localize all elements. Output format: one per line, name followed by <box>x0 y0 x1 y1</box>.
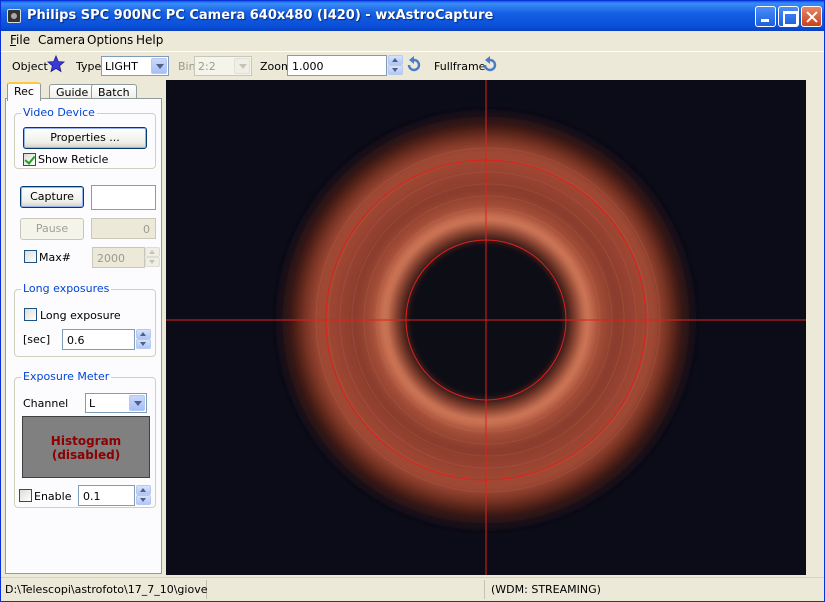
sec-label: [sec] <box>23 333 51 346</box>
exposure-seconds-input[interactable]: 0.6 <box>62 329 135 350</box>
minimize-button[interactable] <box>755 6 776 27</box>
long-exposure-checkbox[interactable] <box>24 308 37 321</box>
tab-rec[interactable]: Rec <box>7 82 41 101</box>
object-label: Object <box>12 60 48 73</box>
spin-up-icon[interactable] <box>145 247 160 257</box>
camera-preview[interactable] <box>166 80 806 575</box>
capture-input[interactable] <box>91 185 156 210</box>
spin-up-icon[interactable] <box>136 485 151 495</box>
bin-label: Bin <box>178 60 196 73</box>
title-bar[interactable]: Philips SPC 900NC PC Camera 640x480 (I42… <box>1 1 824 31</box>
max-frames-input[interactable]: 2000 <box>92 247 145 268</box>
left-panel: Rec Guide Batch Video Device Properties … <box>1 80 165 575</box>
chevron-down-icon[interactable] <box>151 58 167 74</box>
rec-panel: Video Device Properties ... Show Reticle… <box>5 98 162 574</box>
zoom-input[interactable]: 1.000 <box>287 55 387 76</box>
app-window: Philips SPC 900NC PC Camera 640x480 (I42… <box>0 0 825 602</box>
chevron-down-icon[interactable] <box>234 58 250 74</box>
pause-button[interactable]: Pause <box>20 218 84 240</box>
camera-app-icon[interactable] <box>7 9 21 23</box>
channel-label: Channel <box>23 397 69 410</box>
enable-meter-checkbox[interactable] <box>19 489 32 502</box>
max-frames-label: Max# <box>39 251 71 264</box>
chevron-down-icon[interactable] <box>129 395 145 411</box>
spin-down-icon[interactable] <box>388 65 403 75</box>
zoom-spinner[interactable] <box>388 55 403 76</box>
enable-meter-spinner[interactable] <box>136 485 151 506</box>
spin-up-icon[interactable] <box>388 55 403 65</box>
fullframe-reset-icon[interactable] <box>481 56 499 74</box>
long-exposures-title: Long exposures <box>21 282 112 295</box>
histogram-text-line1: Histogram <box>50 434 122 448</box>
close-button[interactable] <box>801 6 822 27</box>
spin-up-icon[interactable] <box>136 329 151 339</box>
spin-down-icon[interactable] <box>136 495 151 505</box>
exposure-seconds-spinner[interactable] <box>136 329 151 350</box>
histogram-text-line2: (disabled) <box>51 448 121 462</box>
type-value: LIGHT <box>105 60 138 73</box>
pause-counter: 0 <box>91 218 156 239</box>
right-margin <box>806 80 824 575</box>
type-select[interactable]: LIGHT <box>101 56 169 76</box>
toolbar: Object Type LIGHT Bin 2:2 Zoom 1.000 Ful… <box>1 51 824 79</box>
show-reticle-label: Show Reticle <box>38 153 109 166</box>
status-mode: (WDM: STREAMING) <box>491 583 601 596</box>
object-star-icon[interactable] <box>47 55 65 73</box>
type-label: Type <box>76 60 102 73</box>
properties-button[interactable]: Properties ... <box>23 127 147 149</box>
show-reticle-checkbox[interactable] <box>23 153 36 166</box>
histogram-display: Histogram (disabled) <box>22 416 150 478</box>
max-frames-spinner[interactable] <box>145 247 160 268</box>
status-middle <box>209 580 485 599</box>
status-path: D:\Telescopi\astrofoto\17_7_10\giove <box>1 580 207 599</box>
max-frames-checkbox[interactable] <box>24 250 37 263</box>
spin-down-icon[interactable] <box>145 257 160 267</box>
bin-select[interactable]: 2:2 <box>194 56 252 76</box>
zoom-reset-icon[interactable] <box>405 56 423 74</box>
channel-select[interactable]: L <box>85 393 147 413</box>
capture-button[interactable]: Capture <box>20 186 84 208</box>
window-title: Philips SPC 900NC PC Camera 640x480 (I42… <box>27 8 494 23</box>
spin-down-icon[interactable] <box>136 339 151 349</box>
enable-meter-input[interactable]: 0.1 <box>78 485 135 506</box>
video-device-title: Video Device <box>21 106 97 119</box>
maximize-button[interactable] <box>778 6 799 27</box>
menu-bar: File Camera Options Help <box>1 31 824 50</box>
bin-value: 2:2 <box>198 60 216 73</box>
preview-image[interactable] <box>166 80 806 575</box>
long-exposure-label: Long exposure <box>40 309 121 322</box>
menu-file[interactable]: File <box>10 33 30 47</box>
enable-meter-label: Enable <box>34 490 72 503</box>
menu-camera[interactable]: Camera <box>38 33 85 47</box>
exposure-meter-title: Exposure Meter <box>21 370 112 383</box>
menu-help[interactable]: Help <box>136 33 163 47</box>
status-bar: D:\Telescopi\astrofoto\17_7_10\giove (WD… <box>1 577 824 601</box>
fullframe-label: Fullframe <box>434 60 486 73</box>
menu-options[interactable]: Options <box>87 33 133 47</box>
